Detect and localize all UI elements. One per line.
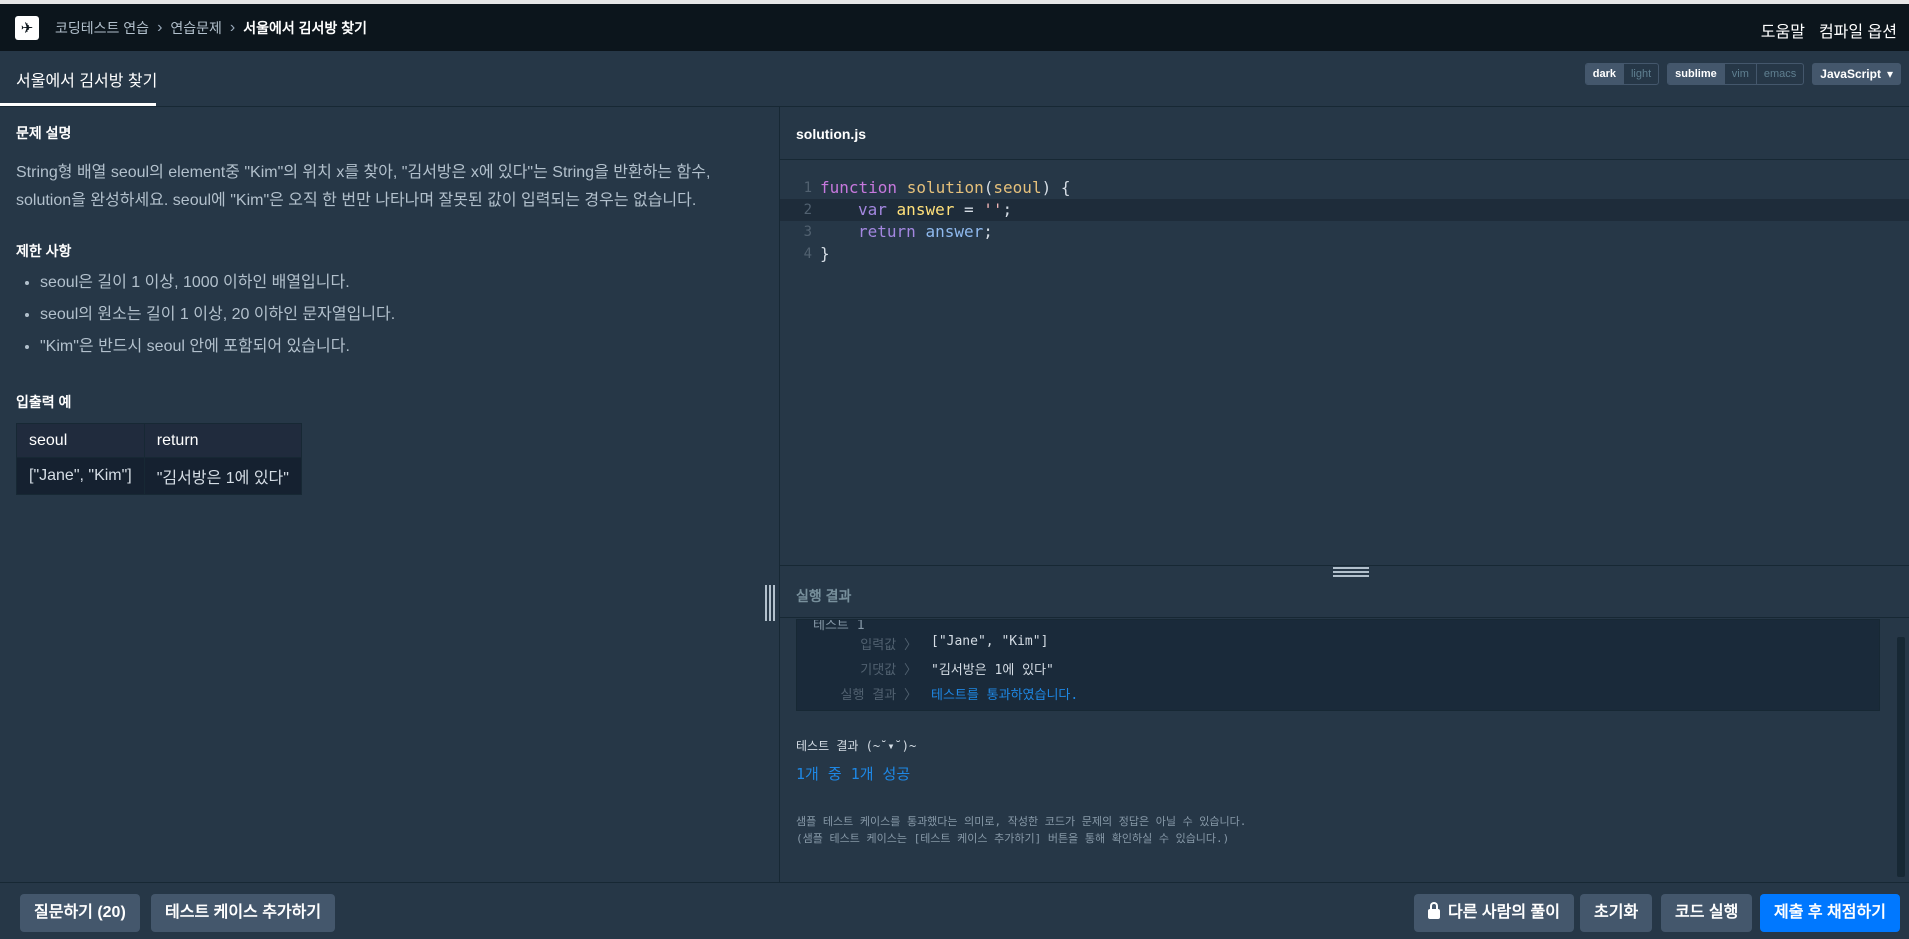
run-code-button[interactable]: 코드 실행	[1661, 894, 1753, 932]
keymap-vim-button[interactable]: vim	[1725, 64, 1757, 84]
result-row: 실행 결과 〉 테스트를 통과하였습니다.	[797, 684, 1079, 703]
keymap-sublime-button[interactable]: sublime	[1668, 64, 1725, 84]
result-note-line: 샘플 테스트 케이스를 통과했다는 의미로, 작성한 코드가 문제의 정답은 아…	[796, 815, 1247, 828]
result-value: ["Jane", "Kim"]	[931, 634, 1049, 649]
code-token: }	[820, 244, 830, 263]
result-note-line: (샘플 테스트 케이스는 [테스트 케이스 추가하기] 버튼을 통해 확인하실 …	[796, 832, 1230, 845]
table-row: ["Jane", "Kim"] "김서방은 1에 있다"	[16, 457, 302, 495]
editor-filename: solution.js	[796, 126, 866, 142]
code-line[interactable]: 1 function solution(seoul) {	[780, 177, 1909, 199]
theme-dark-button[interactable]: dark	[1585, 64, 1624, 84]
code-token: return	[858, 222, 916, 241]
breadcrumb-coding-test[interactable]: 코딩테스트 연습	[55, 18, 149, 38]
submit-button[interactable]: 제출 후 채점하기	[1760, 894, 1900, 932]
theme-light-button[interactable]: light	[1624, 64, 1658, 84]
problem-description: String형 배열 seoul의 element중 "Kim"의 위치 x를 …	[16, 164, 711, 209]
result-value: "김서방은 1에 있다"	[931, 663, 1054, 678]
add-testcase-button[interactable]: 테스트 케이스 추가하기	[151, 894, 336, 932]
code-token: solution	[906, 178, 984, 197]
result-scrollbar[interactable]	[1897, 637, 1905, 877]
help-link[interactable]: 도움말	[1761, 18, 1805, 42]
keymap-emacs-button[interactable]: emacs	[1757, 64, 1803, 84]
test-summary-label: 테스트 결과 (~˘▾˘)~	[796, 739, 917, 753]
code-token: answer	[896, 200, 955, 219]
top-navbar: ✈ 코딩테스트 연습 › 연습문제 › 서울에서 김서방 찾기 도움말 컴파일 …	[0, 0, 1909, 51]
line-number: 2	[803, 202, 812, 218]
problem-title-tab[interactable]: 서울에서 김서방 찾기	[16, 67, 157, 103]
problem-panel: 문제 설명 String형 배열 seoul의 element중 "Kim"의 …	[0, 107, 779, 882]
io-heading: 입출력 예	[16, 394, 72, 410]
result-value: 테스트를 통과하였습니다.	[931, 688, 1079, 703]
others-solution-label: 다른 사람의 풀이	[1448, 904, 1560, 921]
keymap-toggle: sublime vim emacs	[1667, 63, 1805, 85]
editor-header: solution.js	[780, 107, 1909, 160]
breadcrumb-current: 서울에서 김서방 찾기	[243, 20, 367, 36]
chevron-down-icon: ▾	[1886, 67, 1893, 81]
result-row: 기댓값 〉 "김서방은 1에 있다"	[797, 659, 1054, 678]
code-line[interactable]: 4 }	[780, 243, 1909, 265]
result-key: 입력값 〉	[860, 638, 917, 653]
list-item: seoul의 원소는 길이 1 이상, 20 이하인 문자열입니다.	[40, 304, 395, 326]
table-cell: "김서방은 1에 있다"	[143, 457, 302, 495]
vertical-resize-handle[interactable]	[765, 585, 775, 621]
line-number: 1	[803, 180, 812, 196]
chevron-right-icon: ›	[157, 19, 163, 36]
result-console: 테스트 1 입력값 〉 ["Jane", "Kim"] 기댓값 〉 "김서방은 …	[796, 619, 1880, 711]
list-item: "Kim"은 반드시 seoul 안에 포함되어 있습니다.	[40, 336, 395, 358]
limits-list: seoul은 길이 1 이상, 1000 이하인 배열입니다. seoul의 원…	[40, 272, 395, 368]
theme-toggle: dark light	[1584, 63, 1660, 85]
result-key: 기댓값 〉	[860, 663, 917, 678]
tab-underline	[0, 103, 156, 106]
breadcrumb: 코딩테스트 연습 › 연습문제 › 서울에서 김서방 찾기	[55, 18, 367, 38]
result-heading: 실행 결과	[796, 588, 852, 604]
chevron-right-icon: ›	[229, 19, 236, 36]
code-token: ;	[983, 222, 993, 241]
code-line[interactable]: 3 return answer;	[780, 221, 1909, 243]
ask-question-button[interactable]: 질문하기 (20)	[20, 894, 140, 932]
code-token: (	[983, 178, 994, 197]
others-solution-button[interactable]: 다른 사람의 풀이	[1414, 894, 1574, 932]
code-token: ) {	[1041, 178, 1071, 197]
result-row: 입력값 〉 ["Jane", "Kim"]	[797, 634, 1048, 653]
io-example-table: seoul return ["Jane", "Kim"] "김서방은 1에 있다…	[16, 423, 302, 495]
line-number: 4	[803, 246, 812, 262]
result-note: 샘플 테스트 케이스를 통과했다는 의미로, 작성한 코드가 문제의 정답은 아…	[796, 813, 1246, 847]
code-token: ''	[983, 200, 1003, 219]
result-header: 실행 결과	[780, 565, 1909, 618]
code-token: =	[954, 200, 984, 219]
table-header-cell: return	[143, 423, 302, 458]
code-token: seoul	[993, 178, 1042, 197]
lock-icon	[1428, 902, 1440, 919]
description-heading: 문제 설명	[16, 125, 72, 141]
result-key: 실행 결과 〉	[840, 688, 918, 703]
editor-options: dark light sublime vim emacs JavaScript …	[1584, 63, 1901, 85]
limits-heading: 제한 사항	[16, 243, 72, 259]
line-number: 3	[803, 224, 812, 240]
editor-panel: solution.js 1 function solution(seoul) {…	[780, 107, 1909, 882]
code-editor[interactable]: 1 function solution(seoul) { 2 var answe…	[780, 177, 1909, 265]
language-label: JavaScript	[1820, 67, 1881, 81]
bottom-toolbar: 질문하기 (20) 테스트 케이스 추가하기 다른 사람의 풀이 초기화 코드 …	[0, 882, 1909, 939]
reset-button[interactable]: 초기화	[1580, 894, 1653, 932]
code-token: var	[858, 200, 887, 219]
code-token: ;	[1002, 200, 1013, 219]
programmers-logo-icon[interactable]: ✈	[15, 16, 39, 40]
code-token: function	[820, 178, 898, 197]
compile-options-link[interactable]: 컴파일 옵션	[1819, 18, 1897, 42]
list-item: seoul은 길이 1 이상, 1000 이하인 배열입니다.	[40, 272, 395, 294]
test-summary-count: 1개 중 1개 성공	[796, 765, 911, 783]
code-line[interactable]: 2 var answer = '';	[780, 199, 1909, 221]
test-label: 테스트 1	[813, 619, 865, 633]
title-bar: 서울에서 김서방 찾기 dark light sublime vim emacs…	[0, 51, 1909, 107]
breadcrumb-practice[interactable]: 연습문제	[170, 18, 222, 38]
language-select[interactable]: JavaScript ▾	[1812, 63, 1901, 85]
table-cell: ["Jane", "Kim"]	[16, 457, 145, 495]
code-token: answer	[925, 222, 984, 241]
table-header-row: seoul return	[16, 423, 302, 458]
table-header-cell: seoul	[16, 423, 145, 458]
